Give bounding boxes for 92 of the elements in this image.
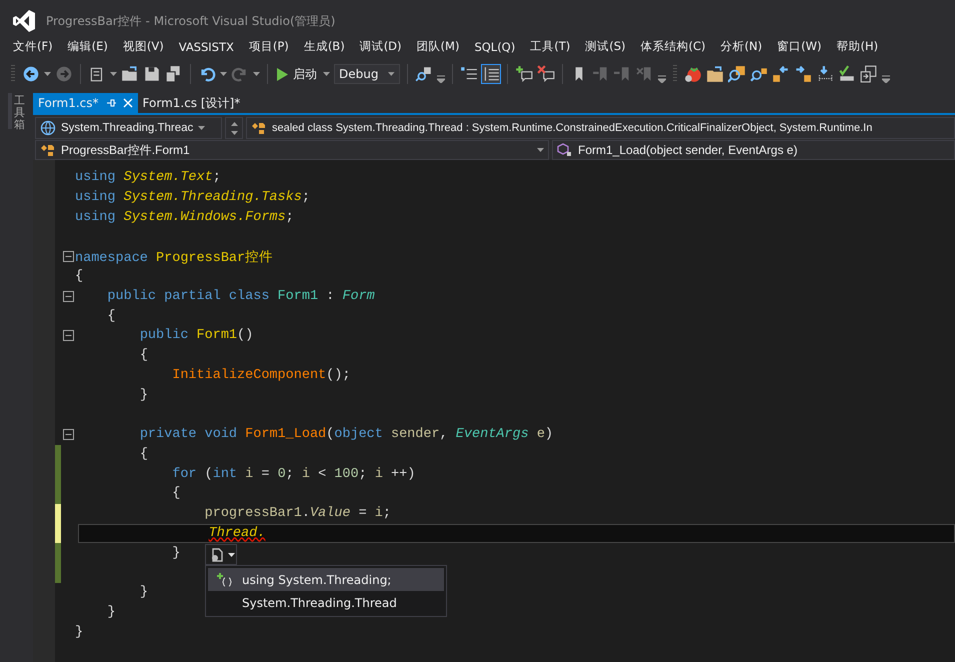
pages-icon[interactable] [860,65,878,83]
add-comment-icon[interactable] [515,65,533,83]
configuration-dropdown[interactable]: Debug [334,64,400,84]
start-button[interactable]: 启动 [275,64,319,84]
code-line: { [140,348,148,364]
find-file-icon[interactable] [728,65,746,83]
dropdown-caret-icon[interactable] [44,72,51,76]
menu-item[interactable]: 体系结构(C) [634,37,714,56]
method-icon [557,143,573,157]
up-arrow-icon[interactable] [230,122,238,126]
overflow-icon[interactable] [882,73,890,83]
menu-item[interactable]: SQL(Q) [467,38,524,56]
collapse-icon[interactable] [62,290,74,302]
code-line: } [140,585,148,600]
app-logo-icon [12,9,36,33]
code-line: for (int i = 0; i < 100; i ++) [172,466,416,482]
dropdown-caret-icon[interactable] [110,72,117,76]
dropdown-caret-icon[interactable] [220,72,227,76]
add-using-icon [217,572,233,586]
toolbox-tab[interactable]: 工具箱 [8,93,25,129]
menu-item[interactable]: 生成(B) [296,37,353,56]
overflow-icon[interactable] [437,73,445,83]
find-icon[interactable] [415,65,433,83]
previous-icon[interactable] [772,65,790,83]
open-folder-icon[interactable] [121,65,139,83]
collapse-icon[interactable] [62,330,74,342]
menu-item[interactable]: 编辑(E) [60,37,116,56]
menu-item[interactable]: 视图(V) [116,37,172,56]
document-tab[interactable]: Form1.cs [设计]* [138,93,246,113]
spell-check-icon[interactable] [838,65,856,83]
pin-icon[interactable] [106,98,116,108]
code-line: InitializeComponent(); [172,368,350,383]
code-line: { [75,269,84,284]
down-arrow-icon[interactable] [230,130,238,134]
code-line: public partial class Form1 : Form [107,288,375,304]
code-line: namespace ProgressBar控件 [75,249,274,266]
menu-item[interactable]: 文件(F) [6,37,61,56]
folder-icon[interactable] [706,65,724,83]
window-title: ProgressBar控件 - Microsoft Visual Studio(管理员) [46,12,336,30]
dropdown-caret-icon [388,72,395,76]
project-dropdown[interactable]: System.Threading.Threac [35,117,222,139]
menu-item[interactable]: 团队(M) [410,37,468,56]
play-icon [277,68,288,80]
dropdown-caret-icon[interactable] [253,72,260,76]
menu-item[interactable]: 项目(P) [242,37,297,56]
document-tab[interactable]: Form1.cs* [33,93,138,113]
spin-buttons[interactable] [225,117,243,139]
dropdown-caret-icon[interactable] [323,72,330,76]
menu-item[interactable]: 测试(S) [578,37,634,56]
remove-comment-icon[interactable] [537,65,555,83]
outline-icon[interactable] [482,65,500,83]
class-icon [251,121,267,135]
code-line: public Form1() [140,328,254,344]
menu-item[interactable]: 帮助(H) [829,37,886,56]
code-line: } [107,604,116,620]
save-icon[interactable] [143,65,161,83]
globe-icon [40,120,56,136]
code-line: { [140,446,148,462]
code-line: } [172,546,180,561]
dropdown-caret-icon [537,148,544,152]
tomato-icon[interactable] [684,65,702,83]
menu-item[interactable]: 分析(N) [714,37,770,56]
code-line: } [140,388,148,403]
code-line: private void Form1_Load(object sender, EventArgs e) [140,427,554,442]
quick-actions-button[interactable] [205,544,237,565]
overflow-icon[interactable] [658,73,666,83]
menu-item[interactable]: 工具(T) [523,37,578,56]
code-line: { [172,486,180,502]
step-back-icon[interactable] [816,65,834,83]
code-line: { [107,308,116,324]
close-icon[interactable] [122,98,133,108]
suggestion-item[interactable]: using System.Threading; [208,568,444,591]
code-line: Thread. [208,526,266,541]
code-line: } [75,624,84,640]
member-signature-dropdown[interactable]: sealed class System.Threading.Thread : System.Runtime.ConstrainedExecution.CriticalFinalizerObject, System.Runtime.In [246,117,955,139]
type-dropdown[interactable]: ProgressBar控件.Form1 [35,140,549,160]
menu-item[interactable]: 窗口(W) [770,37,830,56]
collapse-icon[interactable] [62,429,74,440]
code-line: progressBar1.Value = i; [204,506,391,522]
next-icon[interactable] [794,65,812,83]
suggestion-item[interactable]: System.Threading.Thread [208,591,444,614]
collapse-icon[interactable] [62,251,74,262]
member-dropdown[interactable]: Form1_Load(object sender, EventArgs e) [552,140,955,160]
back-icon[interactable] [22,65,40,83]
class-icon [40,143,56,157]
code-line: using System.Threading.Tasks; [75,190,310,206]
menu-item[interactable]: 调试(D) [352,37,410,56]
code-line: using System.Windows.Forms; [75,210,294,225]
dropdown-caret-icon [198,126,206,130]
menu-item[interactable]: VASSISTX [172,38,242,56]
code-line: using System.Text; [75,170,221,186]
dropdown-caret-icon [228,552,235,556]
